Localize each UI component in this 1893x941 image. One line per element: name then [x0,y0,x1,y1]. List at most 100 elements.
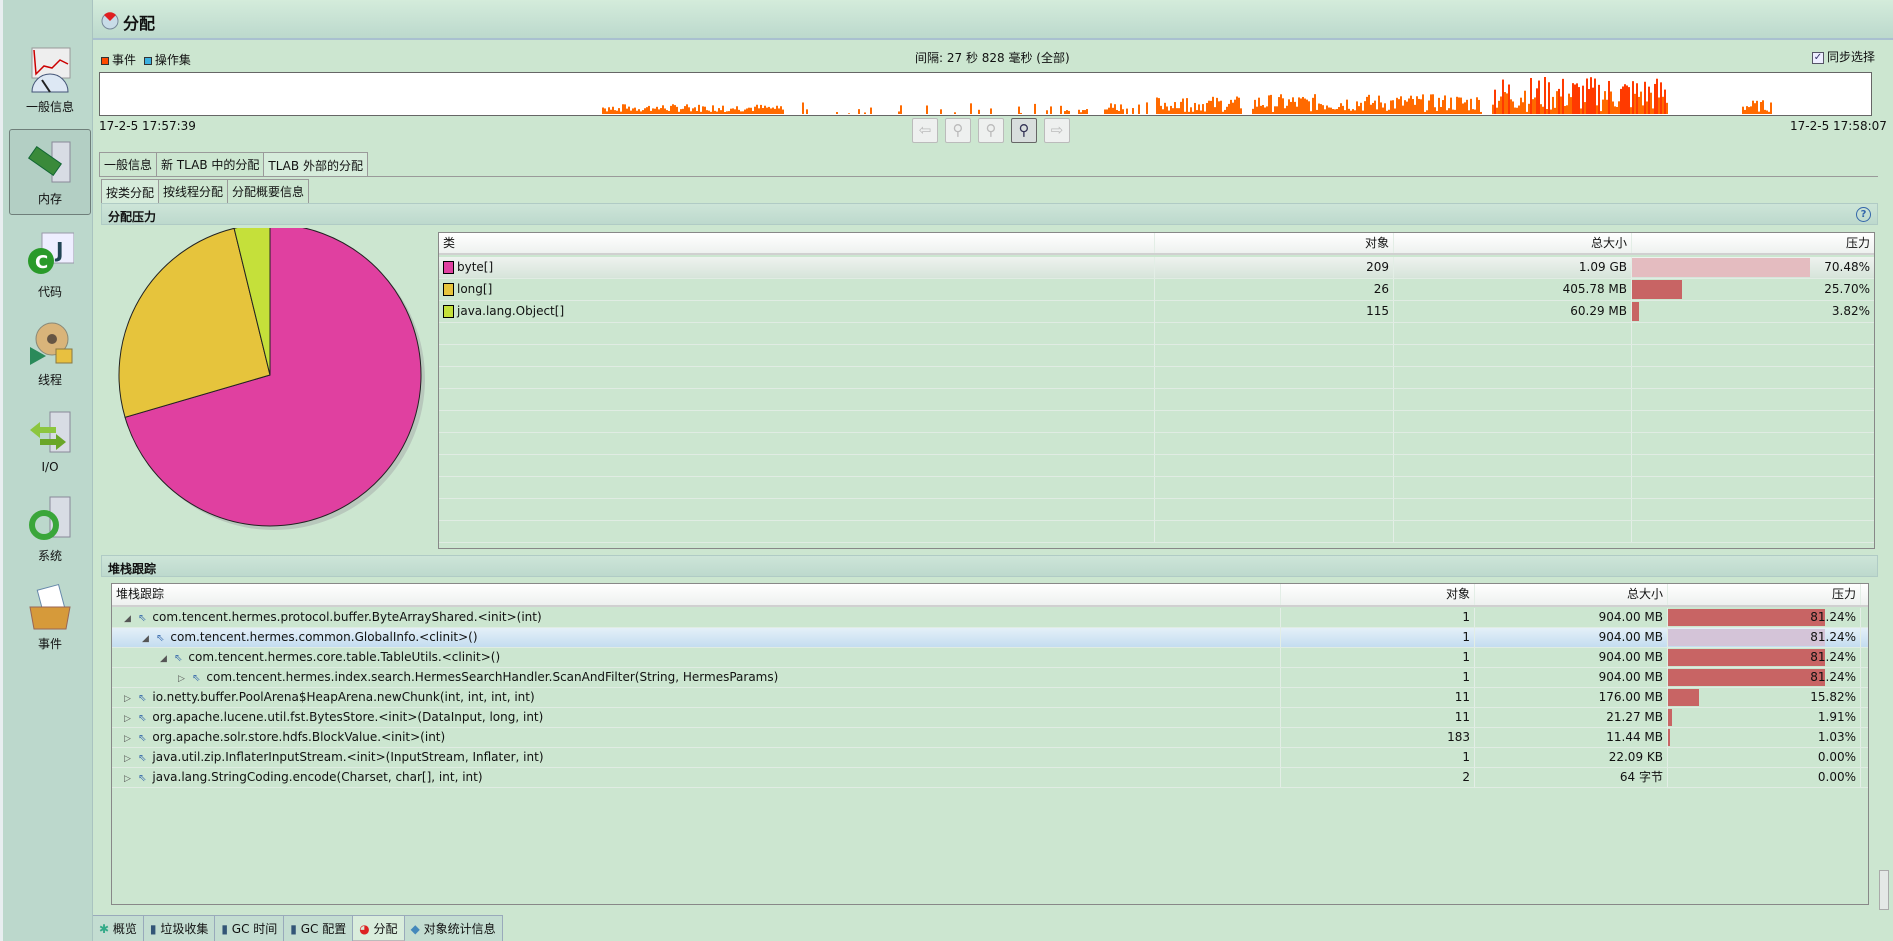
tree-row[interactable]: ◢ ⇖ com.tencent.hermes.common.GlobalInfo.<… [112,628,1868,648]
method-icon: ⇖ [138,693,147,704]
timeline-start: 17-2-5 17:57:39 [99,119,196,133]
col-objects[interactable]: 对象 [1281,584,1475,605]
empty-row [439,521,1874,543]
size-cell: 21.27 MB [1475,708,1668,727]
tab-overview[interactable]: ✱ 概览 [93,916,144,941]
object-stats-icon: ◆ [410,922,420,936]
bottom-tabs: ✱ 概览 ▮ 垃圾收集 ▮ GC 时间 ▮ GC 配置 ◕ 分配 ◆ 对象统计信… [93,915,503,941]
trash-icon: ▮ [149,922,157,936]
checkbox-check-icon: ✓ [1812,51,1824,64]
pressure-pane-header: 分配压力 ? [101,203,1878,225]
collapsed-arrow-icon[interactable]: ▷ [124,690,138,707]
expanded-arrow-icon[interactable]: ◢ [142,630,156,647]
sidebar-item-threads[interactable]: 线程 [9,311,91,397]
collapsed-arrow-icon[interactable]: ▷ [178,670,192,687]
subtab-summary[interactable]: 分配概要信息 [227,179,310,203]
collapsed-arrow-icon[interactable]: ▷ [124,750,138,767]
class-cell: java.lang.Object[] [439,301,1155,322]
collapsed-arrow-icon[interactable]: ▷ [124,730,138,747]
sub-tabs: 按类分配 按线程分配 分配概要信息 [101,179,1878,204]
size-cell: 904.00 MB [1475,648,1668,667]
system-server-icon [26,495,74,543]
tree-row[interactable]: ◢ ⇖ com.tencent.hermes.protocol.buffer.Byt… [112,608,1868,628]
col-size[interactable]: 总大小 [1475,584,1668,605]
tree-row[interactable]: ▷ ⇖ io.netty.buffer.PoolArena$HeapArena.ne… [112,688,1868,708]
io-server-icon [26,408,74,456]
scroll-right-button[interactable]: ⇨ [1044,118,1070,143]
tab-general[interactable]: 一般信息 [99,152,158,176]
stack-frame-cell: ▷ ⇖ java.util.zip.InflaterInputStream.<ini… [112,748,1281,767]
collapsed-arrow-icon[interactable]: ▷ [124,770,138,787]
objects-cell: 11 [1281,708,1475,727]
tree-row[interactable]: ▷ ⇖ org.apache.lucene.util.fst.BytesStore.… [112,708,1868,728]
expanded-arrow-icon[interactable]: ◢ [124,610,138,627]
arrow-right-icon: ⇨ [1050,121,1064,139]
tab-gc[interactable]: ▮ 垃圾收集 [143,916,216,941]
sidebar-item-system[interactable]: 系统 [9,487,91,573]
stack-frame-cell: ◢ ⇖ com.tencent.hermes.protocol.buffer.Byt… [112,608,1281,627]
empty-row [439,499,1874,521]
objects-cell: 115 [1155,301,1394,322]
subtab-by-thread[interactable]: 按线程分配 [158,179,229,203]
sidebar-item-events[interactable]: 事件 [9,575,91,661]
events-legend-swatch [101,56,109,65]
help-icon[interactable]: ? [1856,207,1871,222]
tab-outside-tlab[interactable]: TLAB 外部的分配 [263,152,368,176]
pressure-cell: 70.48% [1632,257,1874,278]
zoom-reset-button[interactable]: ⚲ [978,118,1004,143]
timeline-chart[interactable] [99,72,1872,116]
stack-frame-cell: ▷ ⇖ com.tencent.hermes.index.search.Hermes… [112,668,1281,687]
stack-frame-cell: ▷ ⇖ io.netty.buffer.PoolArena$HeapArena.ne… [112,688,1281,707]
table-row[interactable]: java.lang.Object[] 115 60.29 MB 3.82% [439,301,1874,323]
table-row[interactable]: byte[] 209 1.09 GB 70.48% [439,257,1874,279]
class-cell: byte[] [439,257,1155,278]
tab-gc-time[interactable]: ▮ GC 时间 [215,916,285,941]
pressure-cell: 81.24% [1668,648,1861,667]
col-size[interactable]: 总大小 [1394,233,1632,253]
tree-row[interactable]: ▷ ⇖ java.util.zip.InflaterInputStream.<ini… [112,748,1868,768]
objects-cell: 1 [1281,748,1475,767]
objects-cell: 1 [1281,668,1475,687]
stack-frame-cell: ◢ ⇖ com.tencent.hermes.common.GlobalInfo.<… [112,628,1281,647]
tree-row[interactable]: ▷ ⇖ org.apache.solr.store.hdfs.BlockValue.… [112,728,1868,748]
table-row[interactable]: long[] 26 405.78 MB 25.70% [439,279,1874,301]
col-pressure[interactable]: 压力 [1668,584,1861,605]
pressure-cell: 0.00% [1668,768,1861,787]
col-objects[interactable]: 对象 [1155,233,1394,253]
overview-icon: ✱ [99,922,110,936]
threads-gear-icon [26,319,74,367]
pressure-cell: 81.24% [1668,668,1861,687]
allocation-pie-icon [101,12,119,30]
sidebar-item-memory[interactable]: 内存 [9,129,91,215]
col-stack-trace[interactable]: 堆栈跟踪 [112,584,1281,605]
col-class[interactable]: 类 [439,233,1155,253]
subtab-by-class[interactable]: 按类分配 [101,179,160,203]
stack-frame-cell: ▷ ⇖ org.apache.solr.store.hdfs.BlockValue.… [112,728,1281,747]
color-swatch [443,305,454,318]
collapsed-arrow-icon[interactable]: ▷ [124,710,138,727]
tab-object-stats[interactable]: ◆ 对象统计信息 [404,916,503,941]
page-title: 分配 [123,14,156,33]
tree-row[interactable]: ◢ ⇖ com.tencent.hermes.core.table.TableUti… [112,648,1868,668]
zoom-out-button[interactable]: ⚲ [945,118,971,143]
sidebar-item-code[interactable]: J C 代码 [9,223,91,309]
tab-allocation[interactable]: ◕ 分配 [353,916,405,941]
trash-config-icon: ▮ [290,922,297,936]
scrollbar[interactable] [1879,870,1889,910]
tree-row[interactable]: ▷ ⇖ java.lang.StringCoding.encode(Charset,… [112,768,1868,788]
size-cell: 904.00 MB [1475,668,1668,687]
tab-gc-config[interactable]: ▮ GC 配置 [284,916,354,941]
objects-cell: 26 [1155,279,1394,300]
zoom-in-button[interactable]: ⚲ [1011,118,1037,143]
pressure-bar [1632,302,1640,321]
scroll-left-button[interactable]: ⇦ [912,118,938,143]
color-swatch [443,261,454,274]
sync-selection-checkbox[interactable]: ✓ 同步选择 [1812,48,1875,65]
sidebar-item-io[interactable]: I/O [9,400,91,486]
col-pressure[interactable]: 压力 [1632,233,1874,253]
events-box-icon [26,583,74,631]
sidebar-item-general[interactable]: 一般信息 [9,38,91,124]
tab-new-tlab[interactable]: 新 TLAB 中的分配 [156,152,265,176]
expanded-arrow-icon[interactable]: ◢ [160,650,174,667]
tree-row[interactable]: ▷ ⇖ com.tencent.hermes.index.search.Hermes… [112,668,1868,688]
